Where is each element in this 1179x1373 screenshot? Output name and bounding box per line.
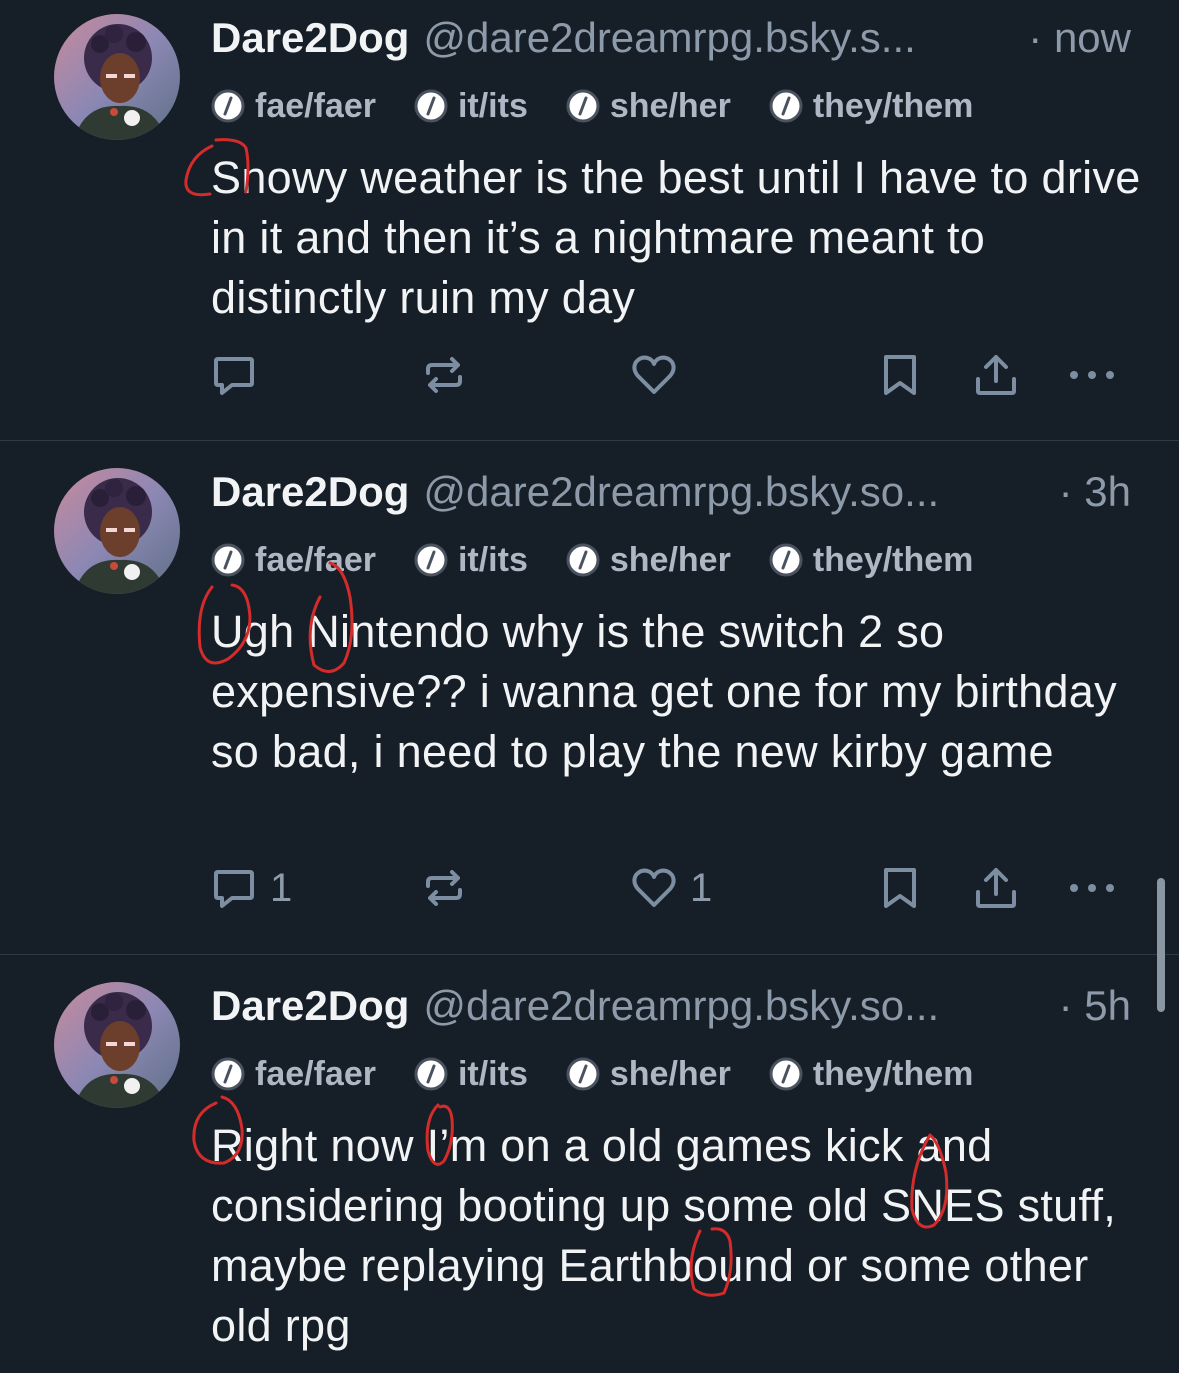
post-time[interactable]: · 3h <box>1059 468 1131 516</box>
pronoun-label: it/its <box>457 86 528 125</box>
pronoun-list: fae/faer it/its she/her they/them <box>211 1054 1011 1094</box>
pronoun-badge-icon <box>414 543 448 577</box>
more-button[interactable] <box>1066 345 1118 405</box>
post-time[interactable]: · now <box>1028 14 1131 62</box>
more-dots-icon <box>1070 884 1114 892</box>
pronoun-label: she/her <box>609 1054 731 1093</box>
heart-icon <box>632 868 676 907</box>
pronoun-label: fae/faer <box>255 540 376 579</box>
avatar[interactable] <box>54 982 180 1108</box>
bookmark-icon <box>884 868 916 908</box>
pronoun-label: fae/faer <box>255 86 376 125</box>
pronoun-badge-icon <box>566 543 600 577</box>
pronoun-badge-icon <box>769 1057 803 1091</box>
pronoun-tag: fae/faer <box>211 541 376 580</box>
post-actions: 1 1 <box>0 858 1179 918</box>
pronoun-badge-icon <box>566 89 600 123</box>
pronoun-list: fae/faer it/its she/her they/them <box>211 86 1011 126</box>
post-actions <box>0 345 1179 405</box>
reply-button[interactable]: 1 <box>210 858 292 918</box>
pronoun-badge-icon <box>414 1057 448 1091</box>
bookmark-button[interactable] <box>878 858 922 918</box>
pronoun-label: they/them <box>812 86 974 125</box>
more-dots-icon <box>1070 371 1114 379</box>
pronoun-list: fae/faer it/its she/her they/them <box>211 540 1011 580</box>
pronoun-label: she/her <box>609 86 731 125</box>
pronoun-tag: it/its <box>414 1055 528 1094</box>
repost-button[interactable] <box>420 345 480 405</box>
pronoun-tag: it/its <box>414 541 528 580</box>
pronoun-tag: it/its <box>414 87 528 126</box>
reply-button[interactable] <box>210 345 270 405</box>
repost-icon <box>426 357 462 393</box>
post-3[interactable]: Dare2Dog @dare2dreamrpg.bsky.so... · 5h … <box>0 955 1179 1373</box>
pronoun-badge-icon <box>211 89 245 123</box>
pronoun-tag: they/them <box>769 1054 974 1094</box>
post-header: Dare2Dog @dare2dreamrpg.bsky.so... · 5h <box>211 982 1131 1038</box>
pronoun-tag: they/them <box>769 540 974 580</box>
author-name[interactable]: Dare2Dog <box>211 14 409 62</box>
avatar[interactable] <box>54 468 180 594</box>
heart-icon <box>632 355 676 394</box>
author-handle[interactable]: @dare2dreamrpg.bsky.so... <box>423 982 1042 1030</box>
author-handle[interactable]: @dare2dreamrpg.bsky.s... <box>423 14 1012 62</box>
pronoun-tag: she/her <box>566 1055 731 1094</box>
post-header: Dare2Dog @dare2dreamrpg.bsky.s... · now <box>211 14 1131 70</box>
post-text: Right now I’m on a old games kick and co… <box>211 1120 1117 1351</box>
pronoun-tag: she/her <box>566 541 731 580</box>
pronoun-badge-icon <box>769 543 803 577</box>
pronoun-label: it/its <box>457 1054 528 1093</box>
like-button[interactable]: 1 <box>630 858 712 918</box>
like-button[interactable] <box>630 345 690 405</box>
pronoun-tag: she/her <box>566 87 731 126</box>
author-name[interactable]: Dare2Dog <box>211 468 409 516</box>
reply-bubble-icon <box>214 870 254 908</box>
scrollbar[interactable] <box>1157 878 1165 1012</box>
post-1[interactable]: Dare2Dog @dare2dreamrpg.bsky.s... · now … <box>0 0 1179 440</box>
pronoun-badge-icon <box>211 1057 245 1091</box>
like-count: 1 <box>690 865 713 910</box>
bookmark-button[interactable] <box>878 345 922 405</box>
bookmark-icon <box>884 355 916 395</box>
pronoun-label: they/them <box>812 540 974 579</box>
author-handle[interactable]: @dare2dreamrpg.bsky.so... <box>423 468 1042 516</box>
pronoun-badge-icon <box>414 89 448 123</box>
share-button[interactable] <box>972 345 1020 405</box>
post-2[interactable]: Dare2Dog @dare2dreamrpg.bsky.so... · 3h … <box>0 441 1179 954</box>
post-time[interactable]: · 5h <box>1059 982 1131 1030</box>
post-text: Snowy weather is the best until I have t… <box>211 152 1141 323</box>
repost-icon <box>426 870 462 906</box>
share-button[interactable] <box>972 858 1020 918</box>
avatar[interactable] <box>54 14 180 140</box>
post-text: Ugh Nintendo why is the switch 2 so expe… <box>211 606 1117 777</box>
repost-button[interactable] <box>420 858 480 918</box>
pronoun-tag: fae/faer <box>211 87 376 126</box>
pronoun-label: she/her <box>609 540 731 579</box>
pronoun-label: it/its <box>457 540 528 579</box>
pronoun-badge-icon <box>211 543 245 577</box>
share-icon <box>976 355 1016 395</box>
pronoun-label: they/them <box>812 1054 974 1093</box>
pronoun-tag: they/them <box>769 86 974 126</box>
pronoun-badge-icon <box>566 1057 600 1091</box>
pronoun-label: fae/faer <box>255 1054 376 1093</box>
post-header: Dare2Dog @dare2dreamrpg.bsky.so... · 3h <box>211 468 1131 524</box>
more-button[interactable] <box>1066 858 1118 918</box>
pronoun-tag: fae/faer <box>211 1055 376 1094</box>
pronoun-badge-icon <box>769 89 803 123</box>
reply-bubble-icon <box>214 357 254 395</box>
share-icon <box>976 868 1016 908</box>
reply-count: 1 <box>270 865 293 910</box>
author-name[interactable]: Dare2Dog <box>211 982 409 1030</box>
